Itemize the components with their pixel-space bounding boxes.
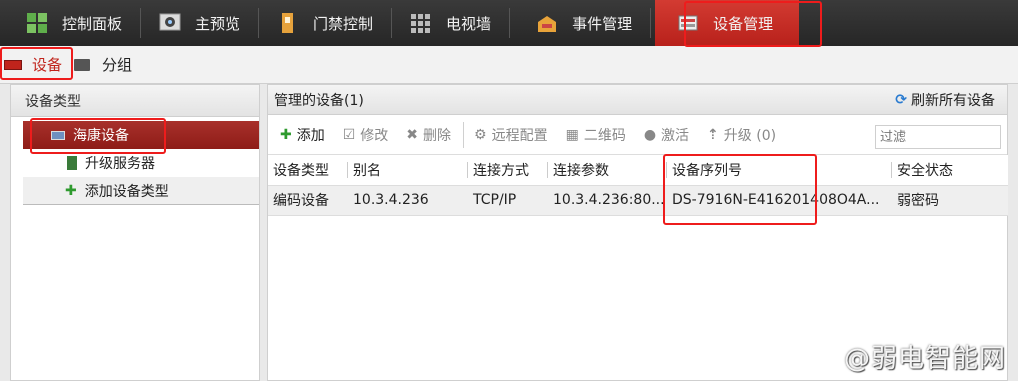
- nav-video-wall[interactable]: 电视墙: [392, 0, 509, 46]
- sub-nav: 设备 分组: [0, 46, 1018, 84]
- tree-item-label: 海康设备: [73, 128, 129, 144]
- column-header[interactable]: 设备序列号: [667, 155, 892, 186]
- refresh-icon: ⟳: [895, 91, 907, 108]
- tab-label: 分组: [102, 56, 133, 74]
- cell-serial-number: DS-7916N-E416201408O4A...: [667, 185, 892, 216]
- tree-item-label: 升级服务器: [85, 156, 155, 172]
- table-header-row: 设备类型 别名 连接方式 连接参数 设备序列号 安全状态: [268, 155, 1008, 186]
- nav-divider: [650, 8, 652, 38]
- watermark: @弱电智能网: [843, 344, 1006, 374]
- qrcode-icon: ▦: [565, 126, 579, 143]
- table-row[interactable]: 编码设备 10.3.4.236 TCP/IP 10.3.4.236:80... …: [268, 185, 1008, 216]
- device-tab-icon: [4, 59, 22, 70]
- panel-header: 管理的设备(1) ⟳ 刷新所有设备: [268, 85, 1007, 115]
- tab-label: 设备: [32, 56, 63, 74]
- column-header[interactable]: 设备类型: [268, 155, 348, 186]
- nav-label: 主预览: [195, 14, 241, 33]
- nav-label: 控制面板: [62, 14, 123, 33]
- qrcode-button[interactable]: ▦ 二维码: [566, 125, 626, 145]
- button-label: 修改: [360, 127, 389, 144]
- device-type-panel: 设备类型 海康设备 升级服务器 ✚ 添加设备类型: [10, 84, 260, 381]
- refresh-all-button[interactable]: ⟳ 刷新所有设备: [895, 90, 995, 110]
- folder-icon: [74, 58, 91, 71]
- cell-connection-params: 10.3.4.236:80...: [548, 185, 667, 216]
- nav-dashboard[interactable]: 控制面板: [0, 0, 140, 46]
- column-header[interactable]: 别名: [348, 155, 468, 186]
- managed-devices-panel: 管理的设备(1) ⟳ 刷新所有设备 ✚ 添加 ☑ 修改 ✖ 删除 ⚙ 远程配置 …: [267, 84, 1008, 381]
- button-label: 二维码: [583, 127, 626, 144]
- nav-label: 门禁控制: [313, 14, 374, 33]
- button-label: 升级 (0): [723, 127, 777, 144]
- preview-icon: [159, 12, 181, 34]
- cell-connection: TCP/IP: [468, 185, 548, 216]
- video-wall-icon: [410, 12, 432, 34]
- dashboard-icon: [26, 12, 48, 34]
- filter-input[interactable]: [875, 125, 1001, 149]
- column-header[interactable]: 连接方式: [468, 155, 548, 186]
- device-type-tree: 海康设备 升级服务器 ✚ 添加设备类型: [23, 121, 259, 205]
- tree-item-label: 添加设备类型: [84, 183, 169, 200]
- bulb-icon: ●: [643, 126, 657, 143]
- edit-icon: ☑: [342, 126, 356, 143]
- delete-button[interactable]: ✖ 删除: [406, 125, 451, 145]
- activate-button[interactable]: ● 激活: [644, 125, 689, 145]
- tab-devices[interactable]: 设备: [0, 46, 72, 84]
- modify-button[interactable]: ☑ 修改: [343, 125, 389, 145]
- add-button[interactable]: ✚ 添加: [280, 125, 325, 145]
- column-header[interactable]: 连接参数: [548, 155, 667, 186]
- device-table: 设备类型 别名 连接方式 连接参数 设备序列号 安全状态 编码设备 10.3.4…: [268, 155, 1008, 216]
- button-label: 远程配置: [491, 127, 548, 144]
- button-label: 添加: [296, 127, 325, 144]
- plus-icon: ✚: [280, 126, 292, 143]
- nav-label: 电视墙: [446, 14, 492, 33]
- door-access-icon: [277, 12, 299, 34]
- upload-arrow-icon: ⇡: [707, 126, 719, 143]
- delete-icon: ✖: [406, 126, 419, 143]
- button-label: 激活: [661, 127, 690, 144]
- cell-security-status: 弱密码: [892, 185, 1008, 216]
- nav-preview[interactable]: 主预览: [141, 0, 258, 46]
- top-nav: 控制面板 主预览 门禁控制 电视墙 事件管理 设备管理: [0, 0, 1018, 46]
- button-label: 删除: [423, 127, 452, 144]
- cell-device-type: 编码设备: [268, 185, 348, 216]
- nav-door-access[interactable]: 门禁控制: [259, 0, 391, 46]
- server-icon: [67, 156, 77, 170]
- panel-title: 管理的设备(1): [274, 92, 364, 109]
- tree-item-hikvision[interactable]: 海康设备: [23, 121, 259, 149]
- nav-device-manage[interactable]: 设备管理: [655, 0, 800, 46]
- gear-icon: ⚙: [474, 126, 487, 143]
- cell-alias: 10.3.4.236: [348, 185, 468, 216]
- plus-icon: ✚: [65, 182, 77, 199]
- remote-config-button[interactable]: ⚙ 远程配置: [474, 125, 548, 145]
- event-icon: [536, 12, 558, 34]
- nav-label: 事件管理: [572, 14, 633, 33]
- upgrade-button[interactable]: ⇡ 升级 (0): [707, 125, 776, 145]
- toolbar-divider: [463, 121, 465, 148]
- add-device-type[interactable]: ✚ 添加设备类型: [23, 177, 259, 205]
- nav-event[interactable]: 事件管理: [510, 0, 650, 46]
- refresh-label: 刷新所有设备: [911, 92, 995, 109]
- panel-title: 设备类型: [11, 85, 259, 117]
- nav-label: 设备管理: [713, 14, 774, 33]
- device-icon: [51, 130, 65, 140]
- column-header[interactable]: 安全状态: [892, 155, 1008, 186]
- device-manage-icon: [677, 12, 699, 34]
- tree-item-upgrade-server[interactable]: 升级服务器: [23, 149, 259, 177]
- tab-groups[interactable]: 分组: [72, 46, 142, 84]
